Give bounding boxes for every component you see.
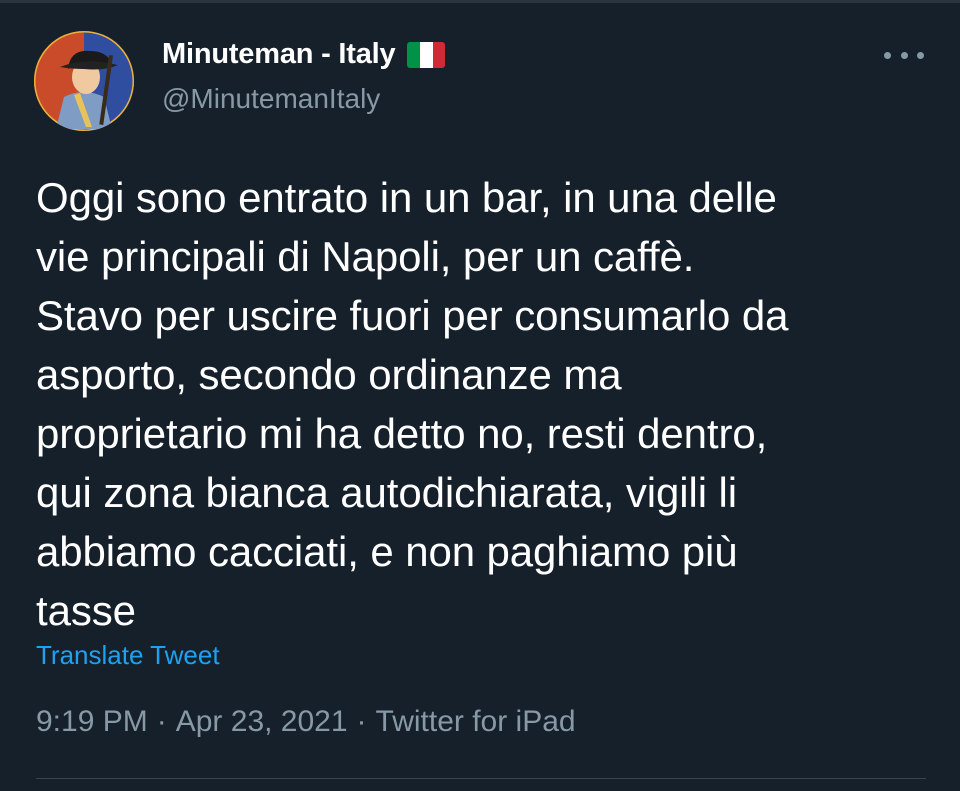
avatar[interactable] (34, 31, 134, 131)
author-display-name[interactable]: Minuteman - Italy (162, 38, 396, 71)
more-horizontal-icon[interactable] (884, 40, 924, 70)
dot-icon (900, 51, 908, 59)
minuteman-avatar-icon (34, 31, 134, 131)
author-name-row: Minuteman - Italy (162, 38, 446, 71)
tweet-card: Minuteman - Italy @MinutemanItaly Oggi s… (0, 0, 960, 791)
tweet-source[interactable]: Twitter for iPad (376, 705, 576, 739)
divider (36, 778, 926, 779)
flag-white-stripe (420, 41, 433, 68)
tweet-text: Oggi sono entrato in un bar, in una dell… (36, 174, 789, 634)
tweet-date[interactable]: Apr 23, 2021 (176, 705, 348, 739)
translate-tweet-link[interactable]: Translate Tweet (36, 640, 220, 671)
separator: · (356, 705, 367, 738)
flag-green-stripe (407, 41, 421, 68)
flag-red-stripe (432, 41, 446, 68)
italy-flag-icon (407, 41, 446, 68)
dot-icon (917, 51, 924, 59)
tweet-metadata: 9:19 PM · Apr 23, 2021 · Twitter for iPa… (36, 705, 576, 739)
separator: · (156, 705, 167, 738)
dot-icon (884, 51, 891, 59)
author-handle[interactable]: @MinutemanItaly (162, 83, 380, 115)
tweet-time[interactable]: 9:19 PM (36, 705, 148, 739)
